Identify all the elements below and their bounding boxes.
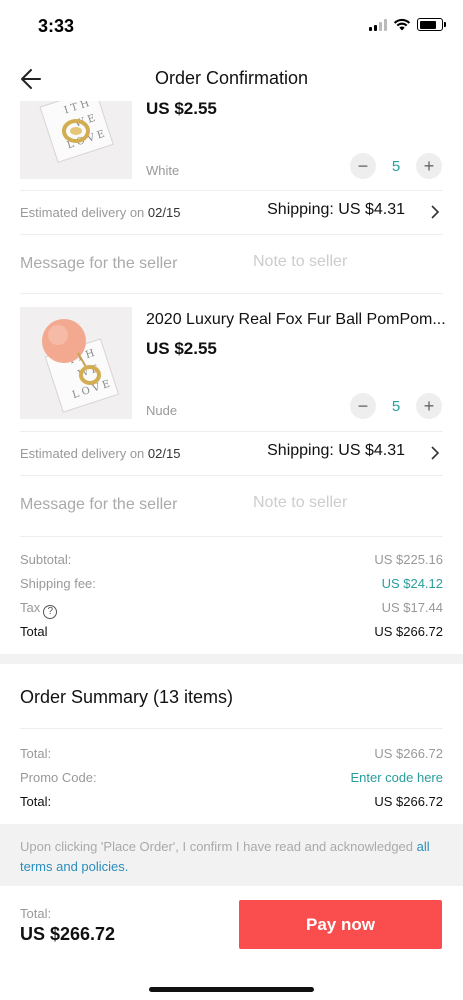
product-price: US $2.55 bbox=[146, 339, 217, 358]
section-divider bbox=[0, 654, 463, 664]
product-price: US $2.55 bbox=[146, 101, 217, 118]
product-title[interactable]: 2020 Luxury Real Fox Fur Ball PomPom... bbox=[146, 311, 446, 329]
quantity-stepper: − 5 + bbox=[350, 393, 442, 419]
seller-message-row: Message for the seller bbox=[20, 253, 443, 279]
increase-quantity-button[interactable]: + bbox=[416, 393, 442, 419]
subtotal-row: Subtotal: US $225.16 bbox=[20, 552, 443, 570]
delivery-row[interactable]: Estimated delivery on 02/15 Shipping: US… bbox=[20, 201, 443, 225]
status-icons bbox=[369, 18, 446, 31]
summary-total-row: Total: US $266.72 bbox=[20, 746, 443, 764]
estimated-delivery: Estimated delivery on 02/15 bbox=[20, 205, 181, 220]
status-time: 3:33 bbox=[38, 16, 75, 36]
chevron-right-icon[interactable] bbox=[427, 444, 443, 462]
enter-promo-code-link[interactable]: Enter code here bbox=[350, 770, 443, 785]
seller-message-row: Message for the seller bbox=[20, 494, 443, 520]
footer-total-value: US $266.72 bbox=[20, 924, 116, 944]
note-to-seller-input[interactable] bbox=[253, 494, 443, 512]
tax-label-group: Tax? bbox=[20, 600, 58, 619]
divider bbox=[20, 431, 443, 432]
message-label: Message for the seller bbox=[20, 496, 178, 513]
product-image-art: I T H W E L O V E bbox=[20, 101, 132, 179]
help-icon[interactable]: ? bbox=[43, 605, 58, 619]
divider bbox=[20, 536, 443, 537]
order-summary-title: Order Summary (13 items) bbox=[20, 687, 234, 707]
delivery-row[interactable]: Estimated delivery on 02/15 Shipping: US… bbox=[20, 442, 443, 466]
footer-total-label: Total: bbox=[20, 906, 52, 921]
tax-value: US $17.44 bbox=[381, 600, 443, 615]
store-total-row: Total US $266.72 bbox=[20, 624, 443, 642]
product-image[interactable]: I T H W E L O V E bbox=[20, 101, 132, 179]
store-total-value: US $266.72 bbox=[374, 624, 443, 639]
grand-total-value: US $266.72 bbox=[374, 794, 443, 809]
checkout-footer: Total: US $266.72 Pay now bbox=[0, 886, 463, 1000]
battery-icon bbox=[417, 18, 446, 31]
decrease-quantity-button[interactable]: − bbox=[350, 153, 376, 179]
terms-text: Upon clicking 'Place Order', I confirm I… bbox=[20, 839, 417, 854]
chevron-right-icon[interactable] bbox=[427, 203, 443, 221]
product-image[interactable]: I T H W E L O V E bbox=[20, 307, 132, 419]
tax-row: Tax? US $17.44 bbox=[20, 600, 443, 619]
shipping-cost: Shipping: US $4.31 bbox=[267, 201, 405, 218]
divider bbox=[20, 728, 443, 729]
note-to-seller-input[interactable] bbox=[253, 253, 443, 271]
subtotal-value: US $225.16 bbox=[374, 552, 443, 567]
shipping-fee-row: Shipping fee: US $24.12 bbox=[20, 576, 443, 594]
delivery-date: 02/15 bbox=[147, 446, 181, 461]
product-variant: Nude bbox=[146, 403, 178, 418]
decrease-quantity-button[interactable]: − bbox=[350, 393, 376, 419]
subtotal-label: Subtotal: bbox=[20, 552, 72, 567]
terms-notice: Upon clicking 'Place Order', I confirm I… bbox=[0, 824, 463, 886]
shipping-cost: Shipping: US $4.31 bbox=[267, 442, 405, 459]
divider bbox=[20, 234, 443, 235]
increase-quantity-button[interactable]: + bbox=[416, 153, 442, 179]
divider bbox=[20, 293, 443, 294]
summary-total-label: Total: bbox=[20, 746, 52, 761]
wifi-icon bbox=[393, 18, 411, 31]
nav-bar: Order Confirmation bbox=[0, 55, 463, 101]
cellular-signal-icon bbox=[369, 18, 387, 31]
product-item: I T H W E L O V E US $2.55 White − 5 + bbox=[0, 101, 463, 181]
message-label: Message for the seller bbox=[20, 255, 178, 272]
product-image-art: I T H W E L O V E bbox=[20, 307, 132, 419]
page-title: Order Confirmation bbox=[154, 68, 309, 88]
quantity-value: 5 bbox=[391, 157, 401, 175]
store-total-label: Total bbox=[20, 624, 48, 639]
divider bbox=[20, 475, 443, 476]
pay-now-button[interactable]: Pay now bbox=[239, 900, 442, 949]
divider bbox=[20, 190, 443, 191]
status-bar: 3:33 bbox=[0, 0, 463, 52]
home-indicator bbox=[149, 987, 314, 992]
grand-total-row: Total: US $266.72 bbox=[20, 794, 443, 812]
quantity-value: 5 bbox=[391, 397, 401, 415]
delivery-date: 02/15 bbox=[147, 205, 181, 220]
shipping-fee-value: US $24.12 bbox=[381, 576, 443, 591]
promo-code-label: Promo Code: bbox=[20, 770, 97, 785]
product-variant: White bbox=[146, 163, 180, 178]
summary-total-value: US $266.72 bbox=[374, 746, 443, 761]
quantity-stepper: − 5 + bbox=[350, 153, 442, 179]
promo-code-row: Promo Code: Enter code here bbox=[20, 770, 443, 788]
product-item: I T H W E L O V E 2020 Luxury Real Fox F… bbox=[0, 307, 463, 419]
estimated-delivery: Estimated delivery on 02/15 bbox=[20, 446, 181, 461]
tax-label: Tax bbox=[20, 600, 41, 615]
shipping-fee-label: Shipping fee: bbox=[20, 576, 96, 591]
grand-total-label: Total: bbox=[20, 794, 52, 809]
